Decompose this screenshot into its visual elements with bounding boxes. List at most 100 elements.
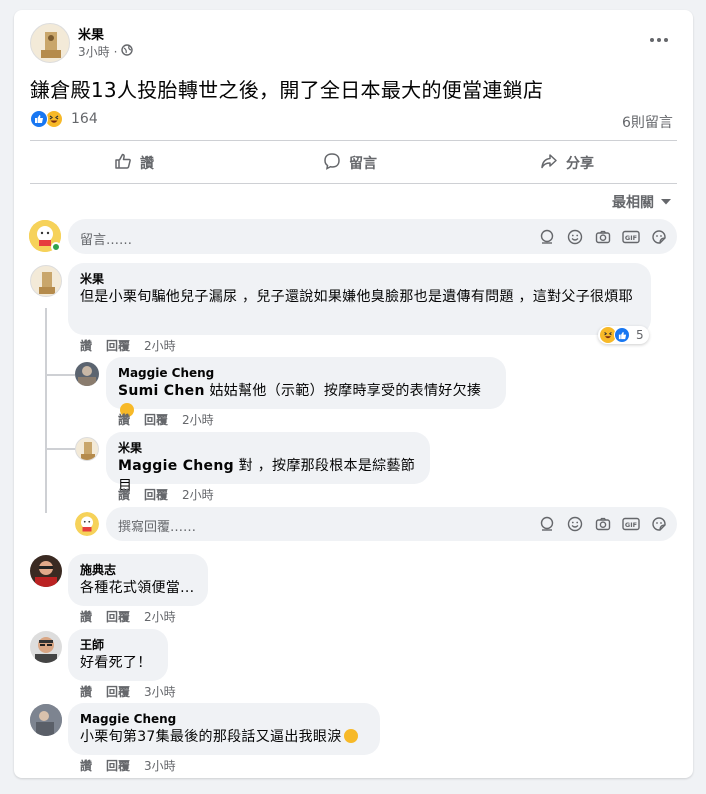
reply-author[interactable]: Maggie Cheng bbox=[118, 365, 494, 381]
reply-input-tools: GIF bbox=[538, 515, 668, 533]
thread-line-branch bbox=[45, 374, 75, 376]
reply-time[interactable]: 2小時 bbox=[182, 486, 214, 503]
comment-like-button[interactable]: 讚 bbox=[80, 337, 92, 354]
comment-bubble: Maggie Cheng 小栗旬第37集最後的那段話又逼出我眼淚 bbox=[68, 703, 380, 755]
comment-author-avatar[interactable] bbox=[30, 631, 62, 663]
post-card: 米果 3小時 · 鎌倉殿13人投胎轉世之後，開了全日本最大的便當連鎖店 164 … bbox=[14, 10, 693, 778]
comment-time[interactable]: 3小時 bbox=[144, 757, 176, 774]
comment-bubble: 施典志 各種花式領便當... bbox=[68, 554, 208, 606]
camera-icon[interactable] bbox=[594, 228, 612, 246]
meta-separator: · bbox=[113, 44, 118, 59]
comment-time[interactable]: 2小時 bbox=[144, 337, 176, 354]
comment-text: 但是小栗旬騙他兒子漏尿 ，兒子還說如果嫌他臭臉那也是遺傳有問題 ，這對父子很煩耶 bbox=[80, 289, 633, 305]
gif-icon[interactable]: GIF bbox=[622, 515, 640, 533]
speech-bubble-icon bbox=[323, 152, 341, 174]
author-avatar[interactable] bbox=[30, 23, 70, 63]
comment-like-button[interactable]: 讚 bbox=[80, 757, 92, 774]
thread-line-branch bbox=[45, 448, 75, 450]
like-reaction-icon bbox=[30, 110, 48, 128]
reply-like-button[interactable]: 讚 bbox=[118, 411, 130, 428]
reply-author-avatar[interactable] bbox=[75, 362, 99, 386]
post-author-name[interactable]: 米果 bbox=[78, 24, 104, 43]
svg-text:GIF: GIF bbox=[625, 521, 637, 529]
mention-link[interactable]: Maggie Cheng bbox=[118, 458, 234, 474]
reply-author[interactable]: 米果 bbox=[118, 440, 418, 456]
like-button[interactable]: 讚 bbox=[114, 152, 154, 174]
comment-actions: 讚 回覆 3小時 bbox=[80, 757, 176, 774]
sort-label: 最相關 bbox=[612, 195, 654, 211]
globe-icon bbox=[121, 44, 134, 59]
comment-author-avatar[interactable] bbox=[30, 265, 62, 297]
comment-bubble: 王師 好看死了！ bbox=[68, 629, 168, 681]
comment-actions: 讚 回覆 2小時 bbox=[80, 337, 176, 354]
share-label: 分享 bbox=[566, 156, 594, 172]
crying-emoji-icon bbox=[343, 729, 358, 743]
like-reaction-icon bbox=[614, 327, 630, 343]
share-arrow-icon bbox=[540, 152, 558, 174]
comment-reaction-count: 5 bbox=[636, 328, 644, 342]
reply-actions: 讚 回覆 2小時 bbox=[118, 411, 214, 428]
comment-reply-button[interactable]: 回覆 bbox=[106, 683, 130, 700]
comment-like-button[interactable]: 讚 bbox=[80, 608, 92, 625]
comment-author-avatar[interactable] bbox=[30, 704, 62, 736]
comments-count[interactable]: 6則留言 bbox=[622, 112, 673, 132]
reply-bubble: Maggie Cheng Sumi Chen 姑姑幫他（示範）按摩時享受的表情好… bbox=[106, 357, 506, 417]
post-meta: 3小時 · bbox=[78, 43, 134, 60]
reply-time[interactable]: 2小時 bbox=[182, 411, 214, 428]
current-user-avatar-small[interactable] bbox=[75, 512, 99, 536]
sticker-icon[interactable] bbox=[650, 515, 668, 533]
thumbs-up-icon bbox=[114, 152, 132, 174]
comment-bubble: 米果 但是小栗旬騙他兒子漏尿 ，兒子還說如果嫌他臭臉那也是遺傳有問題 ，這對父子… bbox=[68, 263, 651, 335]
reaction-summary[interactable]: 164 bbox=[30, 110, 98, 128]
comment-button[interactable]: 留言 bbox=[323, 152, 377, 174]
comment-text-body: 小栗旬第37集最後的那段話又逼出我眼淚 bbox=[80, 729, 342, 745]
comment-text: 小栗旬第37集最後的那段話又逼出我眼淚 bbox=[80, 727, 368, 747]
reaction-count: 164 bbox=[71, 111, 98, 127]
emoji-icon[interactable] bbox=[566, 228, 584, 246]
comment-reaction-badge[interactable]: 5 bbox=[598, 326, 649, 344]
comment-actions: 讚 回覆 3小時 bbox=[80, 683, 176, 700]
reply-input-placeholder: 撰寫回覆…… bbox=[118, 520, 197, 535]
share-button[interactable]: 分享 bbox=[540, 152, 594, 174]
comment-author[interactable]: 米果 bbox=[80, 271, 639, 287]
divider-bottom bbox=[30, 183, 677, 184]
reply-author-avatar[interactable] bbox=[75, 437, 99, 461]
more-options-icon[interactable] bbox=[647, 28, 671, 52]
thread-line bbox=[45, 308, 47, 513]
reply-like-button[interactable]: 讚 bbox=[118, 486, 130, 503]
divider-top bbox=[30, 140, 677, 141]
comment-text: 好看死了！ bbox=[80, 655, 152, 671]
post-time[interactable]: 3小時 bbox=[78, 43, 110, 60]
reply-reply-button[interactable]: 回覆 bbox=[144, 411, 168, 428]
current-user-avatar[interactable] bbox=[29, 220, 61, 252]
comment-author[interactable]: Maggie Cheng bbox=[80, 711, 368, 727]
comment-reply-button[interactable]: 回覆 bbox=[106, 757, 130, 774]
comment-input-placeholder: 留言…… bbox=[80, 233, 133, 248]
sticker-icon[interactable] bbox=[650, 228, 668, 246]
comment-time[interactable]: 3小時 bbox=[144, 683, 176, 700]
reply-actions: 讚 回覆 2小時 bbox=[118, 486, 214, 503]
comment-author[interactable]: 施典志 bbox=[80, 562, 196, 578]
comment-reply-button[interactable]: 回覆 bbox=[106, 608, 130, 625]
comment-reply-button[interactable]: 回覆 bbox=[106, 337, 130, 354]
gif-icon[interactable]: GIF bbox=[622, 228, 640, 246]
comment-time[interactable]: 2小時 bbox=[144, 608, 176, 625]
comment-author-avatar[interactable] bbox=[30, 555, 62, 587]
emoji-icon[interactable] bbox=[566, 515, 584, 533]
comment-author[interactable]: 王師 bbox=[80, 637, 156, 653]
caret-down-icon bbox=[660, 194, 672, 210]
svg-text:GIF: GIF bbox=[625, 234, 637, 242]
camera-icon[interactable] bbox=[594, 515, 612, 533]
reply-text-body: 姑姑幫他（示範）按摩時享受的表情好欠揍 bbox=[204, 383, 482, 399]
reply-bubble: 米果 Maggie Cheng 對 ，按摩那段根本是綜藝節目 bbox=[106, 432, 430, 494]
comment-input-tools: GIF bbox=[538, 228, 668, 246]
avatar-sticker-icon[interactable] bbox=[538, 228, 556, 246]
sort-dropdown[interactable]: 最相關 bbox=[612, 192, 672, 212]
online-status-dot bbox=[51, 242, 61, 252]
post-title: 鎌倉殿13人投胎轉世之後，開了全日本最大的便當連鎖店 bbox=[30, 78, 544, 102]
mention-link[interactable]: Sumi Chen bbox=[118, 383, 205, 399]
comment-like-button[interactable]: 讚 bbox=[80, 683, 92, 700]
comment-actions: 讚 回覆 2小時 bbox=[80, 608, 176, 625]
avatar-sticker-icon[interactable] bbox=[538, 515, 556, 533]
reply-reply-button[interactable]: 回覆 bbox=[144, 486, 168, 503]
